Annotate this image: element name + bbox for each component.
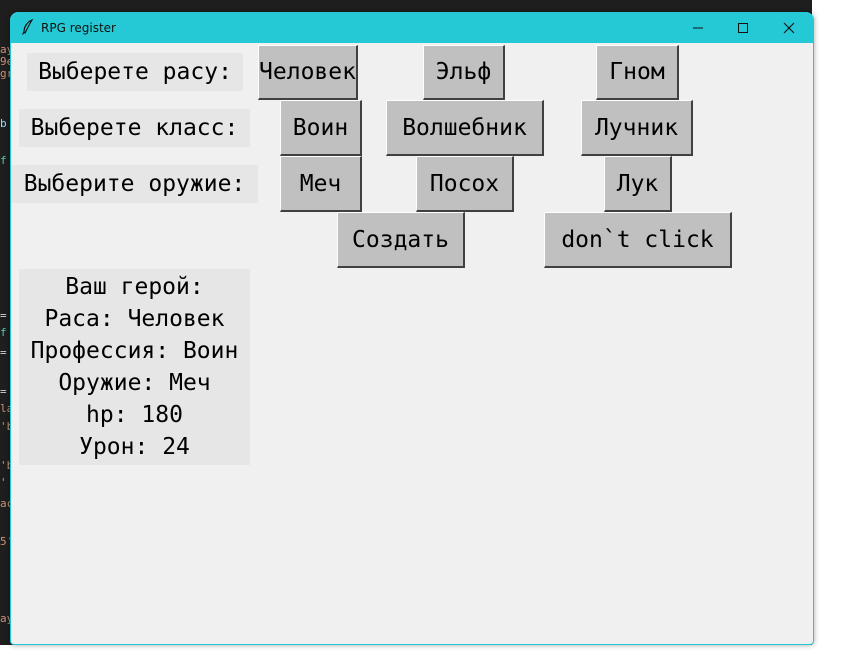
class-archer-button[interactable]: Лучник [581,100,693,156]
minimize-icon [693,27,703,29]
code-fragment: = [0,385,7,398]
weapon-sword-button[interactable]: Меч [280,156,362,212]
close-button[interactable] [766,13,812,43]
maximize-button[interactable] [720,13,766,43]
race-elf-button[interactable]: Эльф [423,45,505,100]
race-label: Выберете расу: [27,53,243,91]
weapon-bow-button[interactable]: Лук [604,156,672,212]
weapon-staff-button[interactable]: Посох [416,156,514,212]
title-bar[interactable]: RPG register [11,13,813,43]
code-fragment: f [0,326,7,339]
window-content: Выберете расу: Человек Эльф Гном Выберет… [11,43,813,644]
hero-race: Раса: Человек [44,306,225,332]
code-fragment: = [0,309,7,322]
weapon-label: Выберите оружие: [11,165,258,203]
race-human-button[interactable]: Человек [258,45,358,100]
desktop-background-bottom [0,645,851,657]
hero-info-panel: Ваш герой: Раса: Человек Профессия: Воин… [19,269,250,465]
code-fragment: b [0,117,7,130]
code-fragment: ' [0,476,7,489]
maximize-icon [738,23,748,33]
code-fragment: f [0,154,7,167]
class-wizard-button[interactable]: Волшебник [386,100,544,156]
feather-icon [21,18,35,35]
hero-title: Ваш герой: [65,274,204,300]
dont-click-button[interactable]: don`t click [544,212,732,268]
hero-weapon: Оружие: Меч [58,370,211,396]
minimize-button[interactable] [675,13,721,43]
close-icon [783,22,795,34]
hero-profession: Профессия: Воин [30,338,239,364]
desktop-background [812,0,851,657]
window-title: RPG register [41,21,116,35]
class-label: Выберете класс: [19,109,250,147]
class-warrior-button[interactable]: Воин [280,100,362,156]
hero-damage: Урон: 24 [79,434,190,460]
race-gnome-button[interactable]: Гном [596,45,679,100]
hero-hp: hp: 180 [86,402,183,428]
code-fragment: = [0,346,7,359]
app-window: RPG register Выберете расу: Человек Эльф… [10,12,814,645]
create-button[interactable]: Создать [337,212,465,268]
